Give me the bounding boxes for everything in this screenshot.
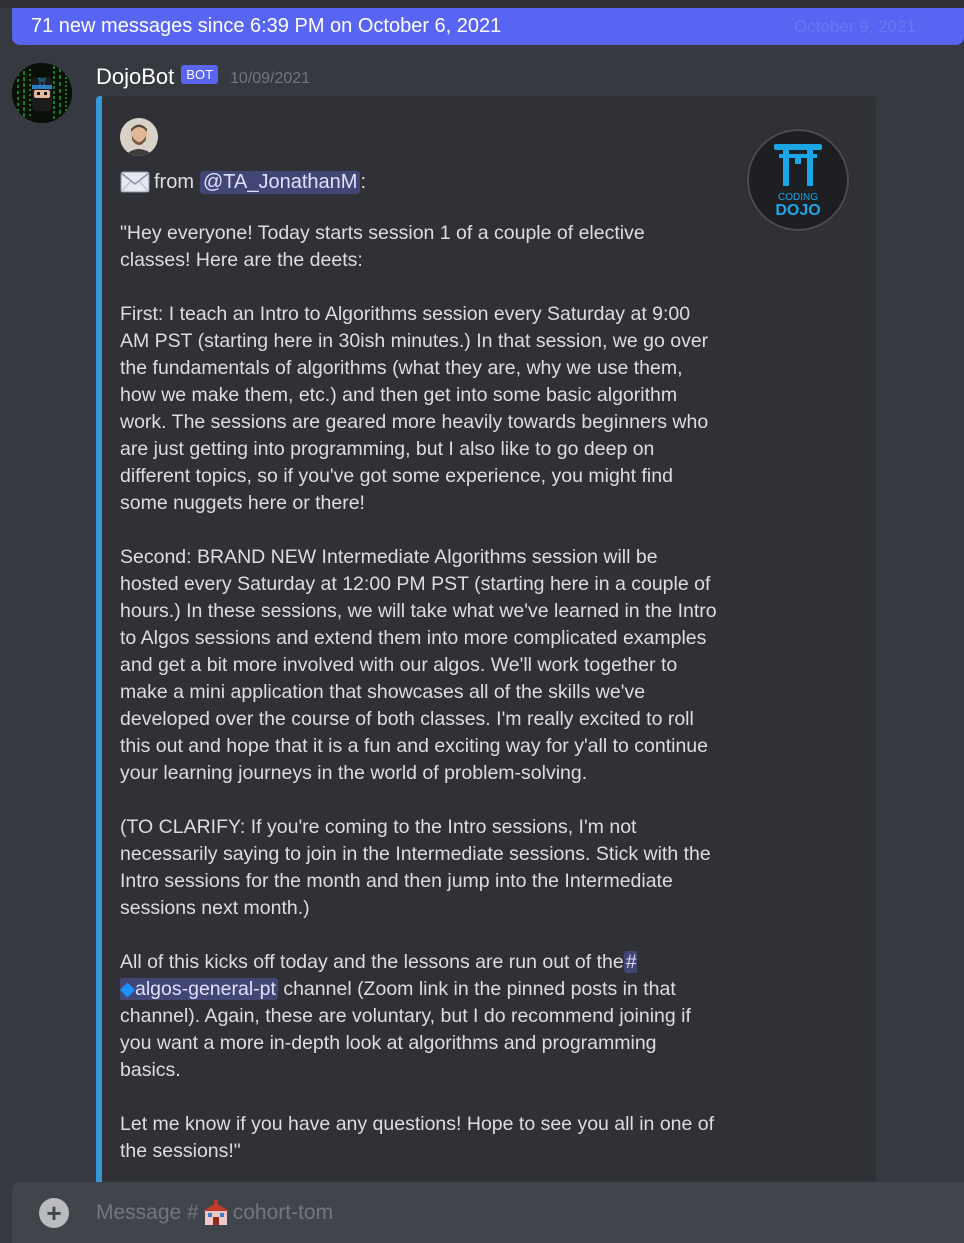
new-messages-bar[interactable]: 71 new messages since 6:39 PM on October… <box>12 8 964 45</box>
school-icon <box>202 1199 229 1225</box>
embed-description: "Hey everyone! Today starts session 1 of… <box>120 220 720 1192</box>
embed-author-avatar[interactable] <box>120 118 158 156</box>
add-attachment-button[interactable]: + <box>39 1197 69 1228</box>
coding-dojo-thumbnail[interactable]: CODING DOJO <box>744 126 852 234</box>
channel-mention-name: algos-general-pt <box>135 978 276 1000</box>
person-avatar-icon <box>120 118 158 156</box>
bot-avatar[interactable]: ⛩ <box>12 63 72 123</box>
diamond-icon: ◆ <box>120 978 135 1000</box>
logo-text-dojo: DOJO <box>775 202 820 219</box>
new-messages-text: 71 new messages since 6:39 PM on October… <box>31 15 502 37</box>
message-embed: CODING DOJO from @TA_JonathanM : "Hey ev… <box>96 96 876 1196</box>
author-name[interactable]: DojoBot <box>96 64 174 90</box>
message-input[interactable]: Message # cohort-tom <box>96 1199 334 1226</box>
placeholder-channel: cohort-tom <box>232 1200 334 1224</box>
ninja-avatar-icon: ⛩ <box>12 63 72 123</box>
paragraph-intro: "Hey everyone! Today starts session 1 of… <box>120 222 645 271</box>
paragraph-closing: Let me know if you have any questions! H… <box>120 1113 715 1162</box>
embed-from-line: from @TA_JonathanM : <box>120 168 366 196</box>
paragraph-second-session: Second: BRAND NEW Intermediate Algorithm… <box>120 546 717 784</box>
paragraph-first-session: First: I teach an Intro to Algorithms se… <box>120 303 709 514</box>
message-timestamp[interactable]: 10/09/2021 <box>230 70 310 88</box>
mention-colon: : <box>360 170 367 193</box>
envelope-icon <box>120 171 150 193</box>
message-composer[interactable]: + Message # cohort-tom <box>12 1182 964 1243</box>
bot-badge: BOT <box>181 64 219 84</box>
top-strip <box>0 0 964 8</box>
user-mention[interactable]: @TA_JonathanM <box>200 170 361 194</box>
message-header: DojoBot BOT 10/09/2021 <box>96 62 310 92</box>
coding-dojo-logo-icon: CODING DOJO <box>746 128 850 232</box>
channel-text-before: All of this kicks off today and the less… <box>120 951 624 973</box>
paragraph-clarify: (TO CLARIFY: If you're coming to the Int… <box>120 816 711 919</box>
new-messages-ghost-date: October 9, 2021 <box>794 17 916 36</box>
svg-text:⛩: ⛩ <box>38 77 47 86</box>
channel-hash: # <box>625 951 637 973</box>
placeholder-prefix: Message # <box>96 1200 199 1224</box>
paragraph-channel: All of this kicks off today and the less… <box>120 949 720 1084</box>
from-label: from <box>154 170 194 193</box>
